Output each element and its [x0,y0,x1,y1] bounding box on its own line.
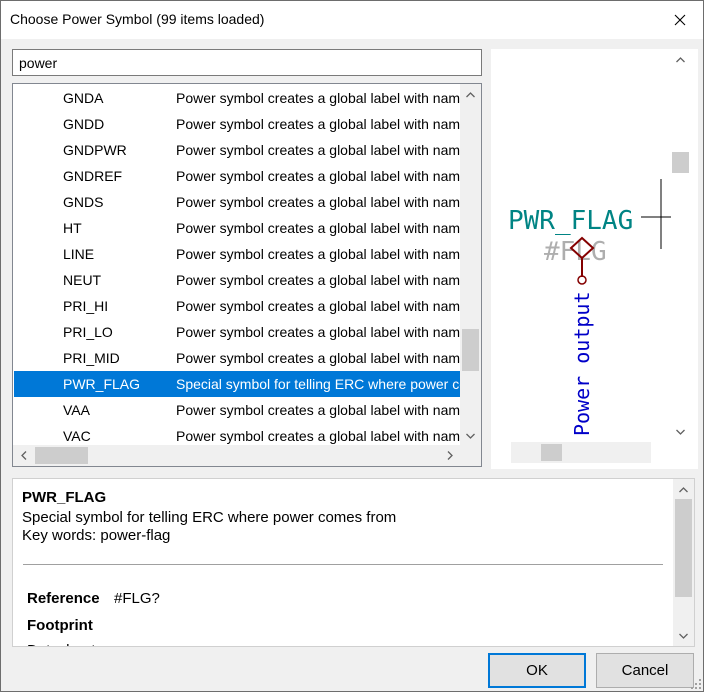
details-panel: PWR_FLAG Special symbol for telling ERC … [12,478,695,647]
details-scroll-thumb[interactable] [675,499,692,597]
list-item-name: PRI_HI [63,298,109,314]
list-item[interactable]: LINE Power symbol creates a global label … [14,241,460,267]
list-item[interactable]: GNDPWR Power symbol creates a global labe… [14,137,460,163]
list-item-name: VAA [63,402,90,418]
chevron-down-icon [466,433,475,439]
details-scroll-up-button[interactable] [675,481,692,498]
list-item-description: Power symbol creates a global label with… [176,142,460,158]
list-item-description: Power symbol creates a global label with… [176,272,460,288]
list-item-description: Power symbol creates a global label with… [176,246,460,262]
scroll-right-button[interactable] [441,447,458,464]
preview-hscroll-thumb[interactable] [541,444,562,461]
details-divider [23,564,663,565]
list-item-description: Power symbol creates a global label with… [176,402,460,418]
list-item[interactable]: VAA Power symbol creates a global label w… [14,397,460,423]
resize-grip-icon[interactable] [691,679,701,689]
details-keywords: Key words: power-flag [22,527,171,544]
ok-button[interactable]: OK [488,653,586,688]
list-hscroll-thumb[interactable] [35,447,88,464]
cancel-button[interactable]: Cancel [596,653,694,688]
chevron-right-icon [447,451,453,460]
list-item-name: GNDS [63,194,104,210]
list-scroll-thumb[interactable] [462,329,479,371]
chevron-up-icon [679,486,688,492]
dialog-window: Choose Power Symbol (99 items loaded) GN… [0,0,704,692]
list-item-description: Power symbol creates a global label with… [176,168,460,184]
list-item-description: Power symbol creates a global label with… [176,350,460,366]
list-item-name: LINE [63,246,95,262]
preview-horizontal-scrollbar[interactable] [511,442,651,463]
list-item-name: NEUT [63,272,102,288]
list-item-description: Power symbol creates a global label with… [176,298,460,314]
details-reference-label: Reference [27,590,100,607]
scroll-up-button[interactable] [462,86,479,103]
list-horizontal-scrollbar[interactable] [13,445,460,466]
list-item-name: GNDA [63,90,104,106]
details-cut-line: Datasheet [27,642,95,646]
list-item-name: PRI_MID [63,350,120,366]
list-item[interactable]: GNDREF Power symbol creates a global labe… [14,163,460,189]
preview-vertical-scrollbar[interactable] [670,49,690,441]
list-item[interactable]: NEUT Power symbol creates a global label … [14,267,460,293]
preview-scroll-down-button[interactable] [672,423,689,440]
search-input[interactable] [12,49,482,76]
list-item[interactable]: GNDS Power symbol creates a global label … [14,189,460,215]
symbol-list[interactable]: GNDA Power symbol creates a global label … [12,83,482,467]
chevron-left-icon [20,451,26,460]
scroll-corner [460,445,481,466]
list-item[interactable]: GNDD Power symbol creates a global label … [14,111,460,137]
preview-value-text: PWR_FLAG [508,206,633,236]
list-item-description: Power symbol creates a global label with… [176,220,460,236]
list-item-description: Power symbol creates a global label with… [176,194,460,210]
title-bar: Choose Power Symbol (99 items loaded) [1,1,703,39]
details-scroll-down-button[interactable] [675,627,692,644]
list-item-name: PWR_FLAG [63,376,141,392]
details-symbol-name: PWR_FLAG [22,489,107,506]
details-vertical-scrollbar[interactable] [673,479,694,646]
chevron-up-icon [676,56,685,62]
preview-pin-label: Power output [570,292,594,437]
list-vertical-scrollbar[interactable] [460,84,481,446]
list-item[interactable]: PWR_FLAG Special symbol for telling ERC w… [14,371,460,397]
symbol-preview-canvas: PWR_FLAG #FLG Power output [508,179,674,437]
list-item-description: Power symbol creates a global label with… [176,116,460,132]
chevron-down-icon [679,633,688,639]
preview-scroll-up-button[interactable] [672,51,689,68]
close-icon [674,14,686,26]
list-item[interactable]: PRI_LO Power symbol creates a global labe… [14,319,460,345]
chevron-up-icon [466,91,475,97]
list-item[interactable]: HT Power symbol creates a global label wi… [14,215,460,241]
list-item-name: PRI_LO [63,324,113,340]
list-item[interactable]: PRI_HI Power symbol creates a global labe… [14,293,460,319]
list-item[interactable]: GNDA Power symbol creates a global label … [14,85,460,111]
details-footprint-label: Footprint [27,617,93,634]
details-description: Special symbol for telling ERC where pow… [22,509,397,526]
list-item-name: GNDREF [63,168,123,184]
list-item-name: GNDPWR [63,142,127,158]
list-item-name: VAC [63,428,91,444]
symbol-preview[interactable]: PWR_FLAG #FLG Power output [491,49,698,469]
list-item-description: Power symbol creates a global label with… [176,90,460,106]
preview-scroll-thumb[interactable] [672,152,689,173]
chevron-down-icon [676,429,685,435]
list-item-description: Power symbol creates a global label with… [176,428,460,444]
preview-pin-end [577,275,587,285]
list-item-name: GNDD [63,116,105,132]
list-item-name: HT [63,220,82,236]
close-button[interactable] [657,1,703,39]
list-item-description: Special symbol for telling ERC where pow… [176,376,460,392]
list-item-description: Power symbol creates a global label with… [176,324,460,340]
list-item[interactable]: PRI_MID Power symbol creates a global lab… [14,345,460,371]
window-title: Choose Power Symbol (99 items loaded) [10,11,265,27]
details-reference-value: #FLG? [114,590,160,607]
scroll-left-button[interactable] [15,447,32,464]
scroll-down-button[interactable] [462,427,479,444]
